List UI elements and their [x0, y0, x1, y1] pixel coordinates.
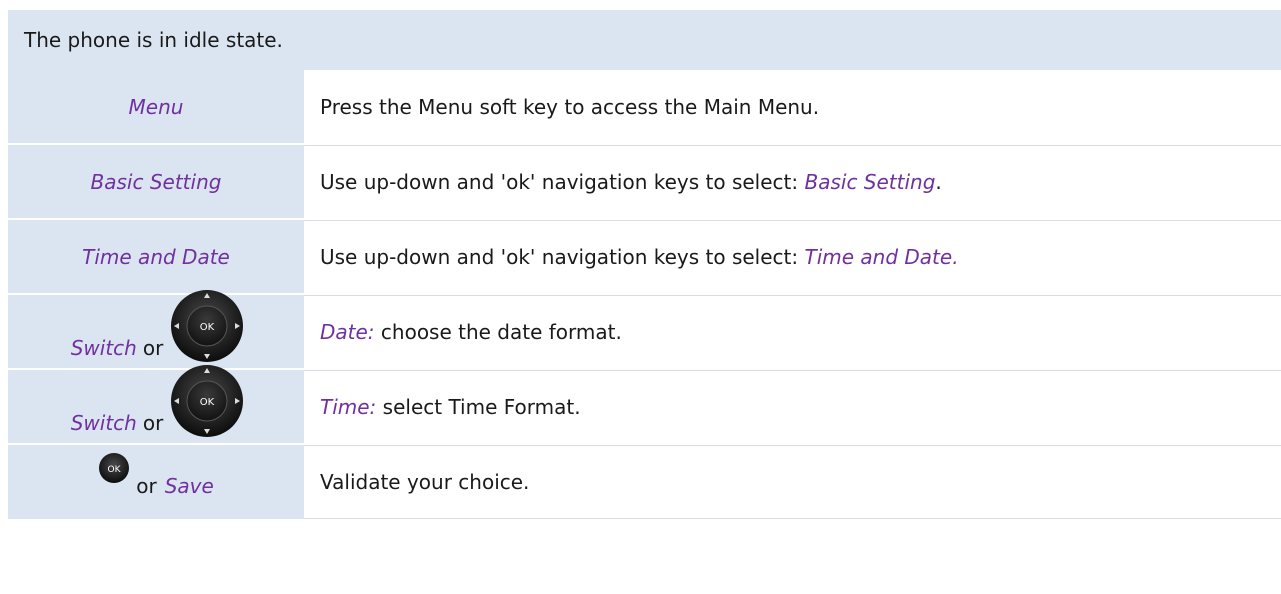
step-text-rest: select Time Format. [376, 395, 581, 419]
step-text: Time: select Time Format. [320, 395, 581, 419]
step-text-prefix: Use up-down and 'ok' navigation keys to … [320, 245, 805, 269]
table-row: OK or Save Validate your choice. [8, 445, 1281, 519]
step-description: Date: choose the date format. [304, 295, 1281, 368]
navigation-pad-icon: OK [171, 290, 244, 362]
step-key-cell: Time and Date [8, 220, 304, 293]
step-description: Use up-down and 'ok' navigation keys to … [304, 145, 1281, 218]
header-text: The phone is in idle state. [24, 28, 283, 52]
step-text-emphasis: Date: [320, 320, 375, 344]
step-text-suffix: . [935, 170, 942, 194]
table-header: The phone is in idle state. [8, 10, 1281, 70]
step-text: Date: choose the date format. [320, 320, 622, 344]
step-description: Use up-down and 'ok' navigation keys to … [304, 220, 1281, 293]
step-description: Validate your choice. [304, 445, 1281, 519]
switch-softkey-label: Switch [70, 411, 137, 435]
step-text: Validate your choice. [320, 470, 530, 494]
table-row: Basic Setting Use up-down and 'ok' navig… [8, 145, 1281, 220]
ok-label: OK [108, 465, 122, 475]
step-text: Use up-down and 'ok' navigation keys to … [320, 245, 959, 269]
step-text-emphasis: Time and Date. [804, 245, 959, 269]
or-text: or [142, 336, 164, 360]
step-key-cell: Basic Setting [8, 145, 304, 218]
step-text: Press the Menu soft key to access the Ma… [320, 94, 820, 119]
ok-label: OK [200, 322, 215, 333]
procedure-table: The phone is in idle state. Menu Press t… [8, 10, 1281, 519]
time-and-date-label: Time and Date [82, 244, 230, 269]
menu-softkey-label: Menu [128, 94, 184, 119]
basic-setting-label: Basic Setting [90, 169, 222, 194]
table-row: Switch or OK Time: select Time Format. [8, 365, 1281, 445]
or-text: or [142, 411, 164, 435]
step-text-rest: choose the date format. [374, 320, 622, 344]
ok-key-icon: OK [99, 453, 130, 483]
switch-softkey-label: Switch [70, 336, 137, 360]
ok-label: OK [200, 397, 215, 408]
step-text-emphasis: Time: [320, 395, 377, 419]
step-description: Press the Menu soft key to access the Ma… [304, 70, 1281, 143]
step-text-prefix: Use up-down and 'ok' navigation keys to … [320, 170, 805, 194]
step-key-cell: Switch or OK [8, 365, 304, 443]
step-text-emphasis: Basic Setting [804, 170, 936, 194]
step-text: Use up-down and 'ok' navigation keys to … [320, 170, 942, 194]
navigation-pad-icon: OK [171, 365, 244, 437]
step-description: Time: select Time Format. [304, 370, 1281, 443]
step-key-cell: Switch or OK [8, 290, 304, 368]
save-softkey-label: Save [164, 474, 214, 498]
step-key-cell: OK or Save [8, 445, 304, 519]
table-row: Menu Press the Menu soft key to access t… [8, 70, 1281, 145]
step-key-cell: Menu [8, 70, 304, 143]
or-text: or [136, 474, 157, 498]
